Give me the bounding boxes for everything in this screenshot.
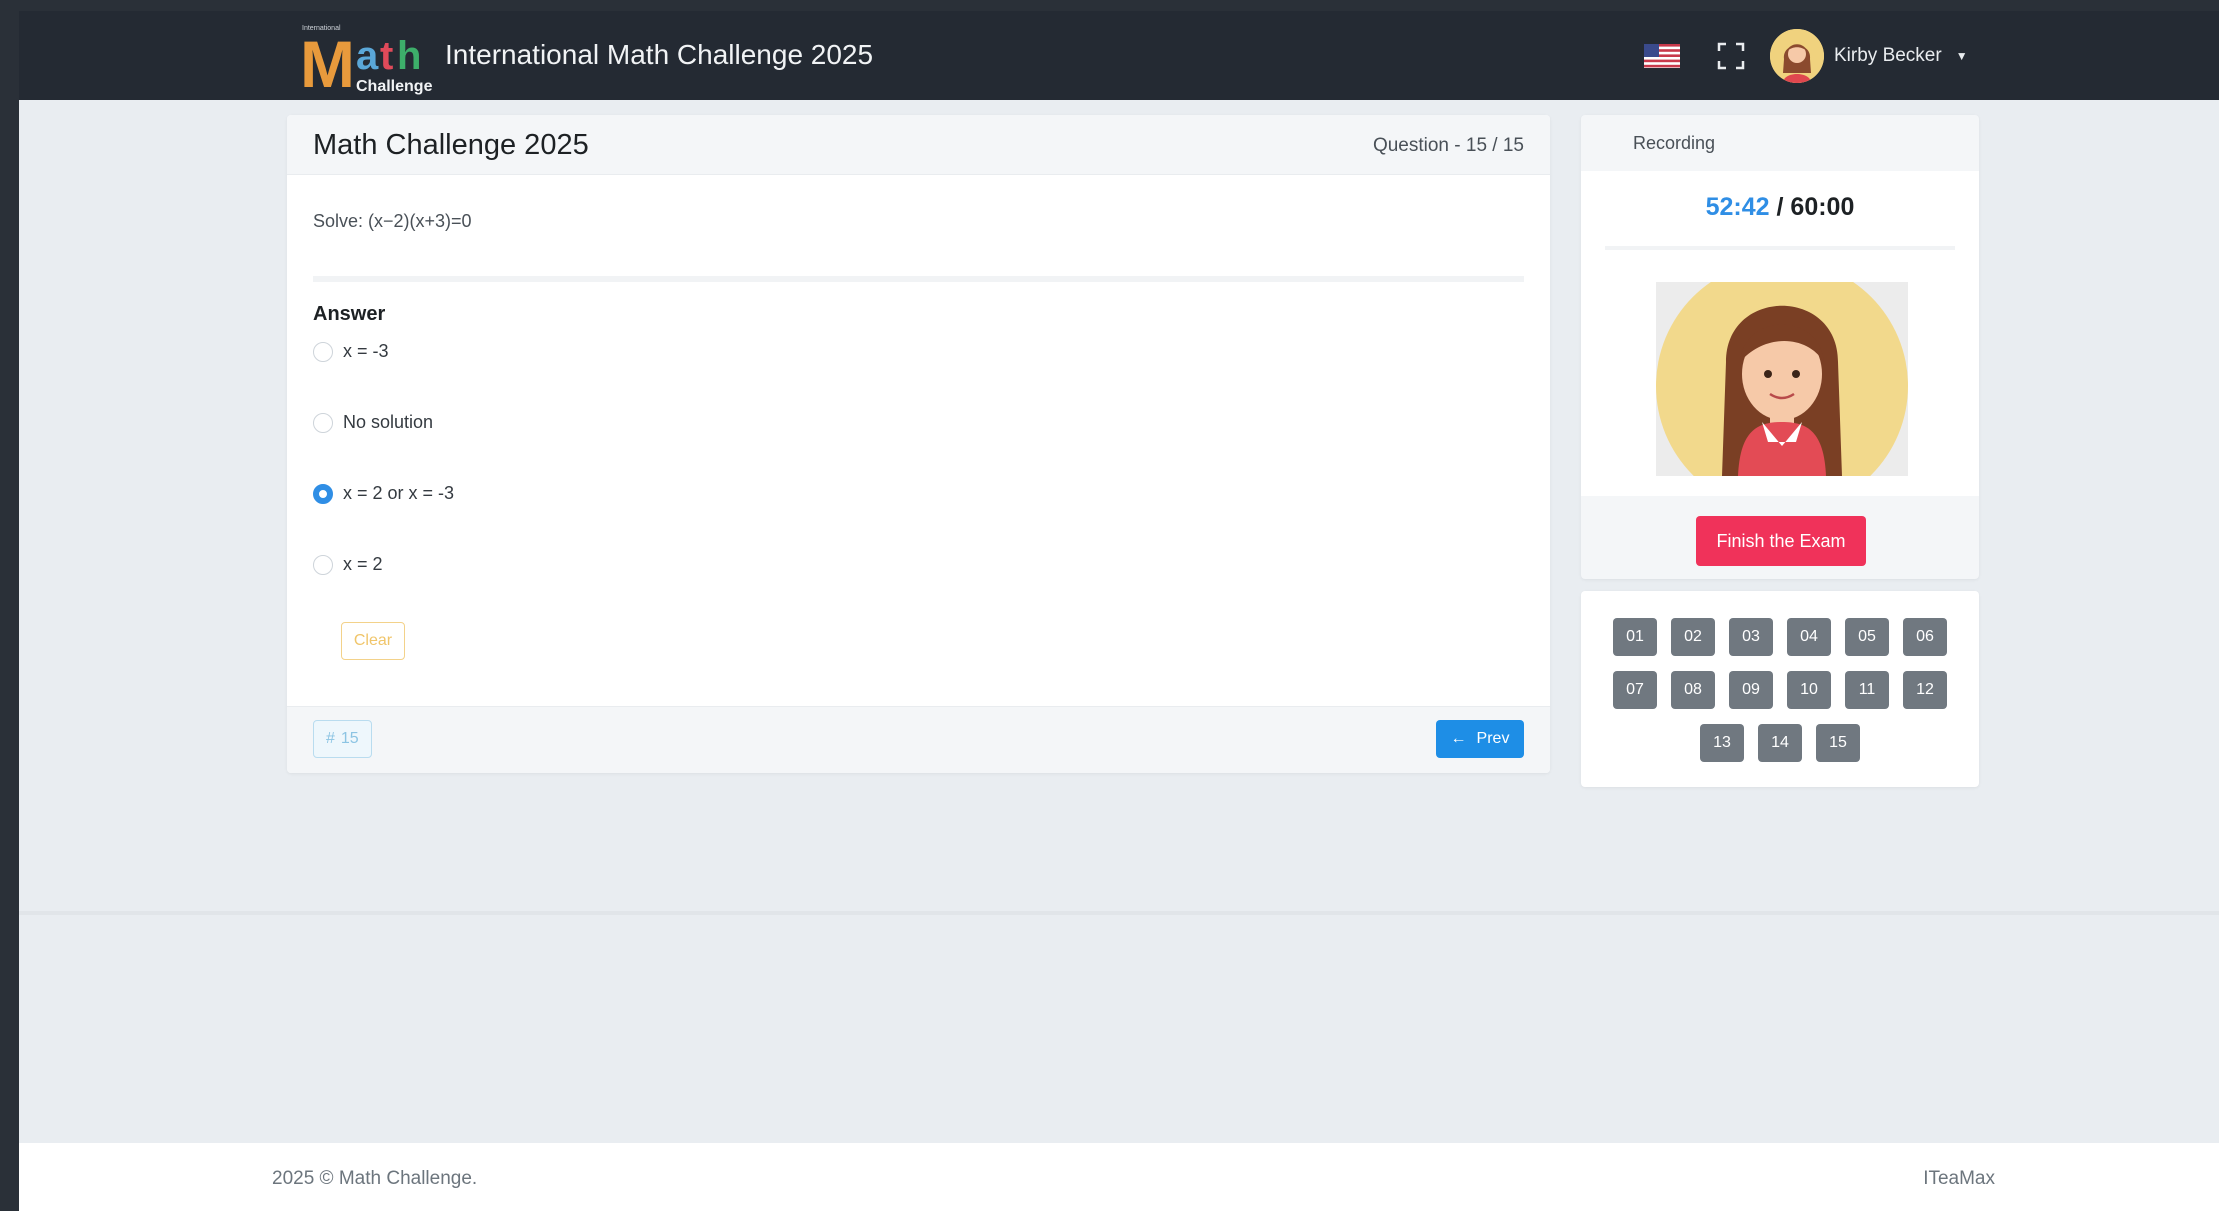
question-counter: Question - 15 / 15 xyxy=(1372,135,1524,156)
svg-text:M: M xyxy=(300,27,355,97)
fullscreen-icon[interactable] xyxy=(1716,41,1746,71)
chevron-down-icon: ▼ xyxy=(1955,49,1968,63)
question-nav-button[interactable]: 02 xyxy=(1671,618,1715,656)
question-card-footer: # 15 ← Prev xyxy=(287,706,1550,773)
recording-label: Recording xyxy=(1633,133,1716,153)
question-number: 15 xyxy=(340,730,359,747)
question-divider xyxy=(313,276,1524,282)
question-nav-button[interactable]: 09 xyxy=(1729,671,1773,709)
content-divider xyxy=(19,911,2219,915)
question-nav-button[interactable]: 08 xyxy=(1671,671,1715,709)
recording-body: 52:42 / 60:00 xyxy=(1581,171,1979,496)
clear-button[interactable]: Clear xyxy=(341,622,405,660)
question-nav-button[interactable]: 13 xyxy=(1700,724,1744,762)
answer-option[interactable]: x = 2 xyxy=(313,554,383,575)
radio-button[interactable] xyxy=(313,554,333,575)
question-nav-button[interactable]: 11 xyxy=(1845,671,1889,709)
answer-option-label: No solution xyxy=(343,412,434,432)
math-challenge-logo[interactable]: International M a t h Challenge xyxy=(300,21,440,97)
question-nav-button[interactable]: 03 xyxy=(1729,618,1773,656)
svg-text:h: h xyxy=(397,34,421,78)
question-number-badge: # 15 xyxy=(313,720,372,758)
page-footer: 2025 © Math Challenge. ITeaMax xyxy=(19,1143,2219,1211)
app-title: International Math Challenge 2025 xyxy=(445,39,874,70)
exam-timer: 52:42 / 60:00 xyxy=(1581,193,1979,222)
top-navbar: International M a t h Challenge Internat… xyxy=(19,11,2219,100)
question-nav-button[interactable]: 07 xyxy=(1613,671,1657,709)
exam-title: Math Challenge 2025 xyxy=(313,129,589,161)
question-nav-button[interactable]: 15 xyxy=(1816,724,1860,762)
answer-option[interactable]: x = -3 xyxy=(313,341,389,362)
question-navigator: 01 02 03 04 05 06 07 08 09 10 11 12 13 1… xyxy=(1581,591,1979,787)
svg-text:t: t xyxy=(380,34,393,78)
question-nav-button[interactable]: 05 xyxy=(1845,618,1889,656)
finish-exam-button[interactable]: Finish the Exam xyxy=(1696,516,1866,566)
question-card-header: Math Challenge 2025 Question - 15 / 15 xyxy=(287,115,1550,175)
svg-text:a: a xyxy=(356,34,379,78)
hash-icon: # xyxy=(326,730,335,747)
prev-button[interactable]: ← Prev xyxy=(1436,720,1524,758)
user-menu[interactable]: Kirby Becker ▼ xyxy=(1770,29,1968,83)
logo-sub-text: Challenge xyxy=(356,78,433,95)
radio-button[interactable] xyxy=(313,412,333,433)
user-avatar xyxy=(1770,29,1824,83)
answer-option-label: x = -3 xyxy=(343,341,389,361)
question-text: Solve: (x−2)(x+3)=0 xyxy=(313,211,472,231)
recording-header: Recording xyxy=(1581,115,1979,170)
timer-total: / 60:00 xyxy=(1776,193,1855,221)
footer-copyright: 2025 © Math Challenge. xyxy=(272,1168,478,1189)
webcam-preview xyxy=(1656,282,1908,476)
question-nav-button[interactable]: 14 xyxy=(1758,724,1802,762)
arrow-left-icon: ← xyxy=(1450,730,1467,747)
question-nav-button[interactable]: 01 xyxy=(1613,618,1657,656)
question-card: Math Challenge 2025 Question - 15 / 15 S… xyxy=(287,115,1550,773)
prev-button-label: Prev xyxy=(1476,730,1510,747)
answer-option[interactable]: No solution xyxy=(313,412,433,433)
question-nav-button[interactable]: 12 xyxy=(1903,671,1947,709)
user-name: Kirby Becker xyxy=(1834,45,1942,66)
question-nav-button[interactable]: 06 xyxy=(1903,618,1947,656)
question-nav-button[interactable]: 10 xyxy=(1787,671,1831,709)
answer-option-label: x = 2 xyxy=(343,554,383,574)
app-window: International M a t h Challenge Internat… xyxy=(19,11,2219,1211)
radio-button-checked[interactable] xyxy=(313,483,333,504)
footer-credit: ITeaMax xyxy=(1923,1168,1995,1189)
timer-elapsed: 52:42 xyxy=(1705,193,1770,221)
recording-card: Recording 52:42 / 60:00 Finish the Exam xyxy=(1581,115,1979,579)
us-flag-icon[interactable] xyxy=(1644,44,1680,68)
question-nav-button[interactable]: 04 xyxy=(1787,618,1831,656)
answer-option-label: x = 2 or x = -3 xyxy=(343,483,455,503)
timer-divider xyxy=(1605,246,1955,250)
radio-button[interactable] xyxy=(313,341,333,362)
answer-option-selected[interactable]: x = 2 or x = -3 xyxy=(313,483,454,504)
answer-label: Answer xyxy=(313,303,386,325)
